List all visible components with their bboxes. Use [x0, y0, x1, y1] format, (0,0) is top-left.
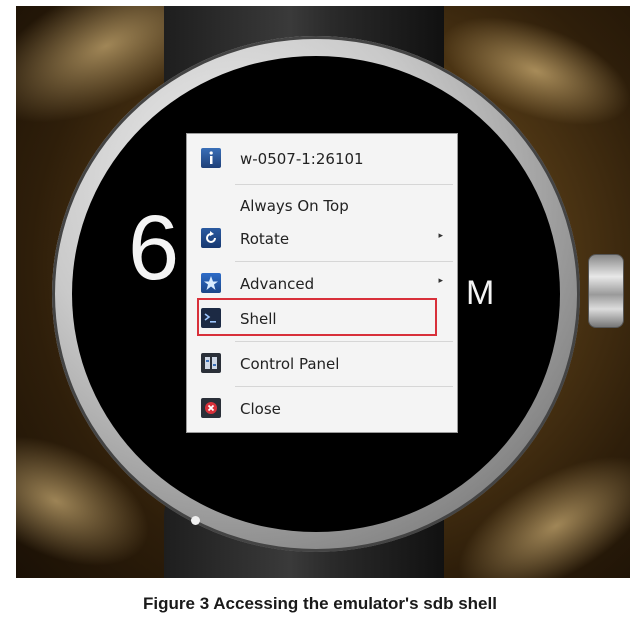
control-panel-icon: [201, 353, 221, 373]
menu-item-label: Always On Top: [240, 197, 349, 215]
emulator-context-menu: w-0507-1:26101 Always On Top Rotate ▸ Ad…: [186, 133, 458, 433]
menu-item-label: Rotate: [240, 230, 290, 248]
menu-item-close[interactable]: Close: [187, 392, 457, 426]
menu-item-label: w-0507-1:26101: [240, 150, 364, 168]
menu-item-label: Advanced: [240, 275, 315, 293]
menu-item-always-on-top[interactable]: Always On Top: [187, 189, 457, 223]
rotate-icon: [201, 228, 221, 248]
menu-separator: [235, 184, 453, 185]
menu-item-label: Close: [240, 400, 281, 418]
menu-separator: [235, 261, 453, 262]
shell-highlight-box: [197, 298, 437, 336]
watch-crown-button[interactable]: [588, 254, 624, 328]
menu-separator: [235, 341, 453, 342]
figure-caption: Figure 3 Accessing the emulator's sdb sh…: [143, 594, 497, 613]
bezel-indicator-dot: [191, 516, 200, 525]
submenu-arrow-icon: ▸: [438, 276, 443, 286]
menu-item-advanced[interactable]: Advanced ▸: [187, 267, 457, 301]
menu-separator: [235, 386, 453, 387]
menu-item-rotate[interactable]: Rotate ▸: [187, 222, 457, 256]
watch-ampm-text: M: [466, 274, 495, 312]
watch-hour-text: 6: [128, 197, 180, 299]
close-icon: [201, 398, 221, 418]
submenu-arrow-icon: ▸: [438, 231, 443, 241]
menu-item-device-id[interactable]: w-0507-1:26101: [187, 142, 457, 176]
menu-item-label: Control Panel: [240, 355, 340, 373]
menu-item-control-panel[interactable]: Control Panel: [187, 347, 457, 381]
star-icon: [201, 273, 221, 293]
info-icon: [201, 148, 221, 168]
